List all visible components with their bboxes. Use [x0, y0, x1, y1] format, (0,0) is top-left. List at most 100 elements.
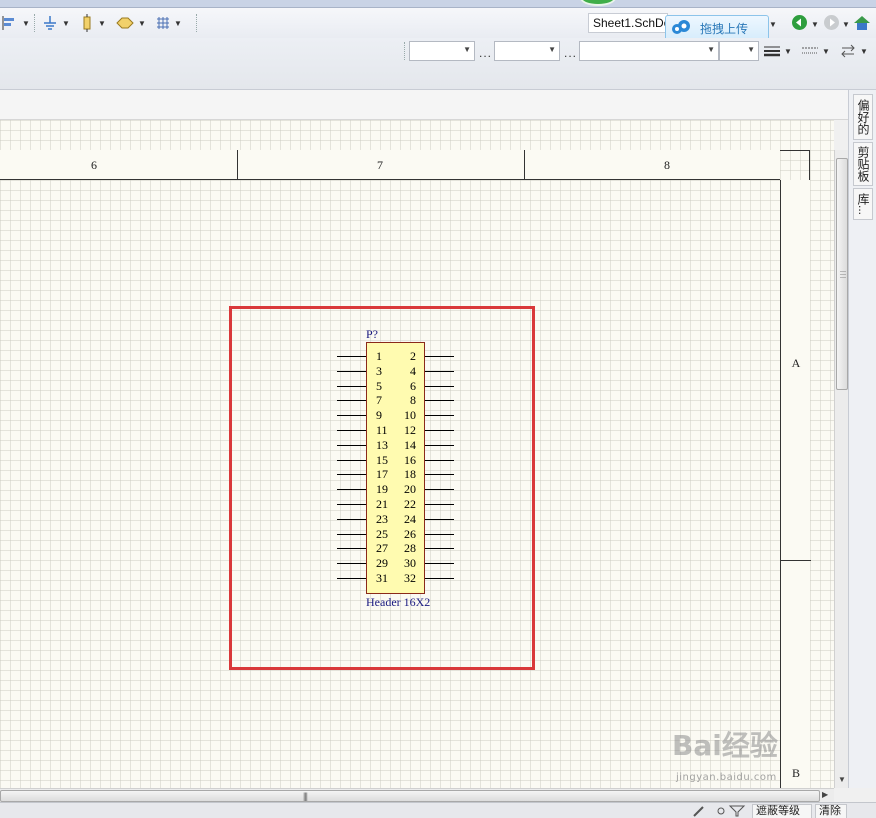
chevron-down-icon: ▼	[822, 46, 830, 56]
property-combo[interactable]: ▼	[409, 41, 475, 61]
pin-number-right: 2	[410, 349, 416, 363]
status-bar: 遮蔽等级 清除	[0, 802, 876, 818]
pin-number-left: 31	[376, 571, 388, 585]
vertical-scroll-thumb[interactable]: — — —	[836, 158, 848, 390]
chevron-down-icon[interactable]: ▼	[22, 19, 30, 28]
pin-line-left[interactable]	[337, 400, 366, 402]
pin-line-right[interactable]	[425, 548, 454, 550]
window-title-strip	[0, 0, 876, 8]
pin-line-right[interactable]	[425, 385, 454, 387]
home-icon[interactable]	[852, 14, 872, 32]
horizontal-scroll-thumb[interactable]: |||	[0, 790, 820, 802]
offsheet-tool-button[interactable]: ▼	[116, 14, 146, 32]
pin-line-left[interactable]	[337, 518, 366, 520]
pin-line-right[interactable]	[425, 533, 454, 535]
editor-tab-strip	[0, 90, 848, 120]
pin-number-left: 3	[376, 363, 382, 378]
chevron-down-icon[interactable]: ▼	[98, 19, 106, 28]
pin-line-left[interactable]	[337, 474, 366, 476]
clear-button[interactable]: 清除	[815, 804, 847, 818]
pin-line-right[interactable]	[425, 504, 454, 505]
filter-icon[interactable]	[716, 804, 746, 818]
pin-line-right[interactable]	[425, 430, 454, 431]
pin-line-right[interactable]	[425, 489, 454, 491]
ground-icon	[44, 16, 56, 30]
pin-line-right[interactable]	[425, 459, 454, 461]
pin-number-right: 30	[404, 556, 416, 571]
line-style-button[interactable]: ▼	[802, 42, 830, 60]
pin-line-left[interactable]	[337, 489, 366, 491]
mask-level-button[interactable]: 遮蔽等级	[752, 804, 812, 818]
forward-icon[interactable]	[824, 15, 839, 30]
pin-line-right[interactable]	[425, 415, 454, 417]
vertical-scrollbar[interactable]: — — — ▼	[834, 150, 848, 788]
chevron-down-icon[interactable]: ▼	[769, 15, 777, 33]
pin-line-right[interactable]	[425, 356, 454, 357]
ground-tool-button[interactable]: ▼	[42, 14, 70, 32]
tab-favorites[interactable]: 偏好的	[853, 94, 873, 140]
pin-line-left[interactable]	[337, 385, 366, 387]
schematic-canvas[interactable]: 6 7 8 A B P? 1 2 3 4 5 6 7 8 9 10 11 12 13 14 15 16 17 18…	[0, 120, 834, 818]
pin-line-right[interactable]	[425, 578, 454, 579]
pin-number-right: 22	[404, 497, 416, 511]
line-width-button[interactable]: ▼	[764, 42, 792, 60]
chevron-down-icon[interactable]: ▼	[811, 15, 819, 33]
pin-line-left[interactable]	[337, 444, 366, 446]
pin-number-right: 12	[404, 423, 416, 437]
pin-line-left[interactable]	[337, 504, 366, 505]
scroll-down-icon[interactable]: ▼	[838, 775, 846, 784]
property-combo[interactable]: ▼	[579, 41, 719, 61]
pin-line-left[interactable]	[337, 459, 366, 461]
port-icon	[83, 14, 91, 32]
pin-line-right[interactable]	[425, 518, 454, 520]
grid-tool-button[interactable]: ▼	[156, 14, 182, 32]
pin-number-left: 25	[376, 526, 388, 541]
component-comment[interactable]: Header 16X2	[366, 595, 430, 610]
pin-line-right[interactable]	[425, 400, 454, 402]
pin-number-left: 9	[376, 408, 382, 423]
grid-icon	[157, 17, 169, 29]
pencil-icon[interactable]	[692, 804, 706, 818]
property-combo[interactable]: ▼	[719, 41, 759, 61]
chevron-down-icon[interactable]: ▼	[138, 19, 146, 28]
tab-clipboard[interactable]: 剪贴板	[853, 142, 873, 186]
pin-line-left[interactable]	[337, 430, 366, 431]
row-zone-column: A B	[780, 180, 811, 818]
pin-line-left[interactable]	[337, 578, 366, 579]
align-tool-button[interactable]: ▼	[2, 14, 30, 32]
pin-line-right[interactable]	[425, 474, 454, 476]
pin-number-left: 15	[376, 452, 388, 467]
chevron-down-icon[interactable]: ▼	[174, 19, 182, 28]
zone-divider	[524, 150, 525, 180]
port-tool-button[interactable]: ▼	[80, 14, 106, 32]
horizontal-scrollbar[interactable]: ||| ▶	[0, 788, 834, 802]
back-icon[interactable]	[792, 15, 807, 30]
pin-line-left[interactable]	[337, 415, 366, 417]
pin-line-left[interactable]	[337, 548, 366, 550]
pin-line-left[interactable]	[337, 533, 366, 535]
tab-library[interactable]: 库...	[853, 188, 873, 220]
pin-line-left[interactable]	[337, 563, 366, 565]
component-designator[interactable]: P?	[366, 327, 378, 342]
chevron-down-icon: ▼	[463, 45, 471, 54]
chevron-down-icon[interactable]: ▼	[62, 19, 70, 28]
pin-line-left[interactable]	[337, 370, 366, 372]
pin-line-right[interactable]	[425, 370, 454, 372]
pin-number-left: 11	[376, 423, 388, 437]
pin-number-right: 4	[410, 363, 416, 378]
pin-line-right[interactable]	[425, 563, 454, 565]
pin-line-right[interactable]	[425, 444, 454, 446]
chevron-down-icon: ▼	[860, 46, 868, 56]
zone-divider	[781, 560, 811, 561]
swap-button[interactable]: ▼	[840, 42, 868, 60]
pin-number-right: 32	[404, 571, 416, 585]
combo-ellipsis: ...	[564, 46, 578, 60]
grip-icon: — — —	[840, 269, 846, 281]
document-tab[interactable]: Sheet1.SchDoc	[588, 13, 668, 33]
chevron-down-icon[interactable]: ▼	[842, 15, 850, 33]
scroll-right-icon[interactable]: ▶	[822, 790, 828, 799]
pin-number-right: 18	[404, 467, 416, 482]
pin-line-left[interactable]	[337, 356, 366, 357]
pin-number-left: 5	[376, 378, 382, 393]
property-combo[interactable]: ▼	[494, 41, 560, 61]
